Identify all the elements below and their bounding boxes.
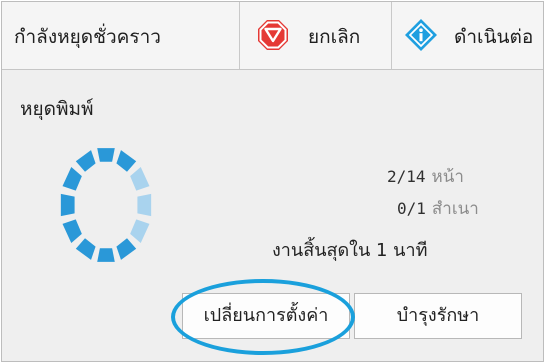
toolbar: กำลังหยุดชั่วคราว ยกเลิก ดำเนินต่อ [2,2,543,70]
spinner-segment [62,166,82,191]
pages-count: 2/14 [387,167,426,186]
copies-info: 0/1 สำเนา [397,195,479,222]
spinner-segment [116,238,137,260]
spinner-segment [75,150,96,172]
spinner-segment [75,238,96,260]
spinner-segment [60,193,75,217]
page-title: หยุดพิมพ์ [20,98,94,120]
highlight-ring [171,279,355,355]
continue-label: ดำเนินต่อ [454,26,534,48]
status-text: กำลังหยุดชั่วคราว [14,26,161,48]
maintenance-button[interactable]: บำรุงรักษา [354,293,522,339]
pages-unit: หน้า [431,167,464,187]
continue-diamond-icon [405,19,437,51]
stop-octagon-icon [258,20,288,50]
pages-info: 2/14 หน้า [387,163,464,190]
job-eta: งานสิ้นสุดใน 1 นาที [272,240,428,261]
copies-count: 0/1 [397,199,426,218]
cancel-button[interactable]: ยกเลิก [240,2,390,69]
spinner-segment [97,148,115,162]
spinner-segment [137,193,152,217]
spinner-segment [97,248,115,262]
cancel-label: ยกเลิก [308,26,361,48]
copies-unit: สำเนา [431,199,479,219]
spinner-segment [130,219,150,244]
continue-button[interactable]: ดำเนินต่อ [392,2,543,69]
print-status-panel: กำลังหยุดชั่วคราว ยกเลิก ดำเนินต่อ หยุดพ… [1,1,544,362]
spinner-segment [62,219,82,244]
progress-spinner-icon [60,148,152,262]
spinner-segment [116,150,137,172]
spinner-segment [130,166,150,191]
